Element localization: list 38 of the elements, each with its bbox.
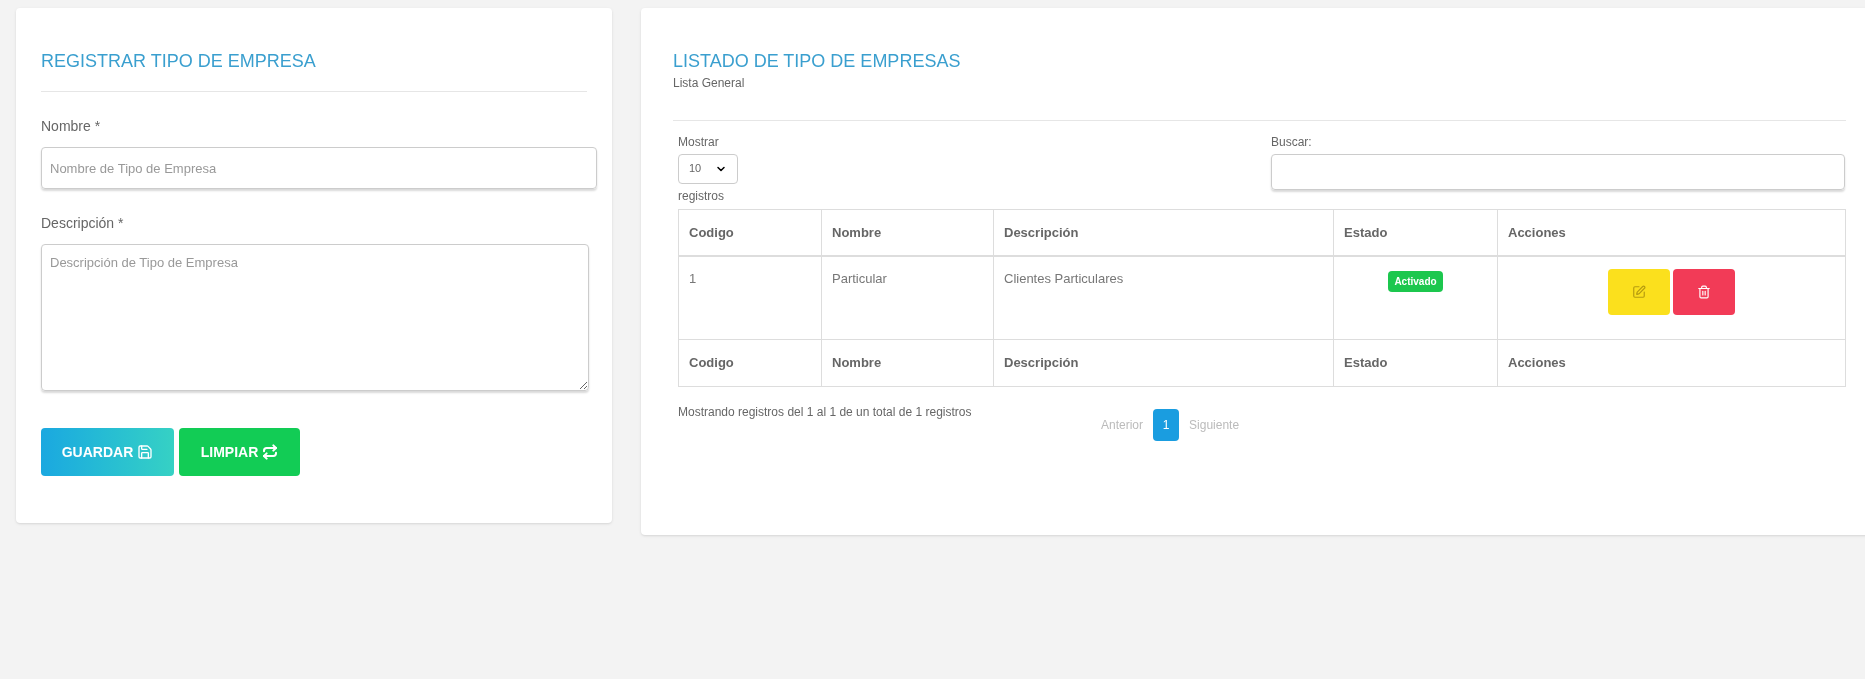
column-footer: Estado [1333,339,1498,386]
page-size-select[interactable]: 10 [678,153,738,184]
next-link[interactable]: Siguiente [1189,415,1240,434]
form-title: REGISTRAR TIPO DE EMPRESA [41,48,587,92]
save-button[interactable]: GUARDAR [41,428,174,476]
column-header: Descripción [993,209,1334,256]
search-field[interactable] [1271,153,1845,190]
trash-icon [1697,285,1711,299]
previous-link[interactable]: Anterior [1101,415,1144,434]
name-field[interactable]: Nombre de Tipo de Empresa [41,147,597,189]
search-label: Buscar: [1271,133,1313,151]
field-label: Descripción * [41,214,125,233]
save-icon [137,444,154,460]
show-label: Mostrar [678,133,720,151]
column-footer: Nombre [821,339,994,386]
delete-button[interactable] [1673,269,1735,315]
page-link[interactable]: 1 [1153,408,1180,441]
list-subtitle: Lista General [673,74,746,92]
column-header: Estado [1333,209,1498,256]
description-field[interactable]: Descripción de Tipo de Empresa [41,244,589,391]
table-cell: Particular [821,256,994,339]
list-title: LISTADO DE TIPO DE EMPRESAS [673,50,962,73]
table-info: Mostrando registros del 1 al 1 de un total de 1 registros [678,403,973,421]
edit-icon [1632,285,1646,299]
repeat-icon [262,444,279,460]
column-header: Nombre [821,209,994,256]
column-footer: Acciones [1497,339,1846,386]
clear-button[interactable]: LIMPIAR [179,428,300,476]
edit-button[interactable] [1608,269,1670,315]
column-header: Codigo [678,209,822,256]
column-footer: Codigo [678,339,822,386]
records-label: registros [678,187,725,205]
table-cell: Clientes Particulares [993,256,1334,339]
table-cell: 1 [678,256,822,339]
status-badge: Activado [1388,271,1443,292]
field-label: Nombre * [41,117,102,136]
column-header: Acciones [1497,209,1846,256]
column-footer: Descripción [993,339,1334,386]
